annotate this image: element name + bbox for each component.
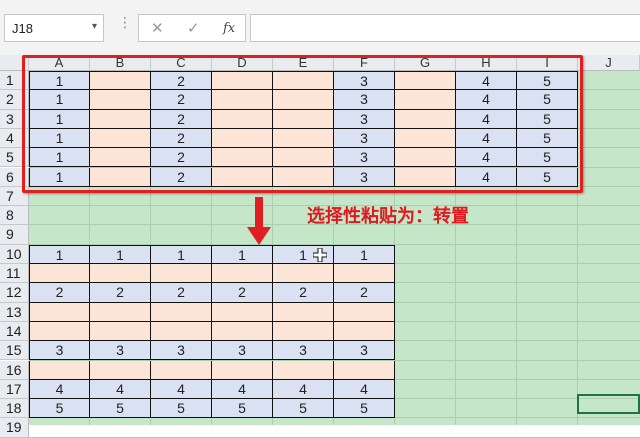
confirm-icon[interactable]: ✓ [187, 19, 200, 37]
formula-input[interactable] [250, 14, 640, 42]
column-header-j[interactable]: J [578, 55, 640, 71]
transposed-cell-b15[interactable]: 3 [90, 341, 151, 361]
transposed-cell-b11[interactable] [90, 264, 151, 284]
transposed-cell-f11[interactable] [334, 264, 395, 284]
transposed-cell-d14[interactable] [212, 321, 273, 342]
transposed-cell-c10[interactable]: 1 [151, 244, 212, 264]
transposed-cell-d16[interactable] [212, 360, 273, 380]
transposed-cell-e18[interactable]: 5 [273, 399, 334, 419]
transposed-cell-a12[interactable]: 2 [29, 283, 90, 303]
row-header-9[interactable]: 9 [0, 225, 29, 245]
transposed-cell-a11[interactable] [29, 264, 90, 284]
transposed-cell-b13[interactable] [90, 302, 151, 322]
transposed-cell-b18[interactable]: 5 [90, 399, 151, 419]
down-arrow-icon [247, 197, 271, 245]
transposed-cell-c18[interactable]: 5 [151, 399, 212, 419]
transposed-cell-c16[interactable] [151, 360, 212, 380]
transposed-cell-a10[interactable]: 1 [29, 244, 90, 264]
transposed-cell-d15[interactable]: 3 [212, 341, 273, 361]
row-header-12[interactable]: 12 [0, 283, 29, 303]
row-header-16[interactable]: 16 [0, 360, 29, 380]
transposed-cell-b12[interactable]: 2 [90, 283, 151, 303]
selected-cell-j18[interactable] [577, 394, 640, 414]
transposed-cell-b14[interactable] [90, 321, 151, 342]
transposed-cell-b17[interactable]: 4 [90, 379, 151, 400]
transposed-cell-a13[interactable] [29, 302, 90, 322]
row-header-8[interactable]: 8 [0, 206, 29, 226]
row-header-14[interactable]: 14 [0, 321, 29, 342]
transposed-cell-a18[interactable]: 5 [29, 399, 90, 419]
transposed-cell-c13[interactable] [151, 302, 212, 322]
transposed-cell-e17[interactable]: 4 [273, 379, 334, 400]
transposed-cell-b16[interactable] [90, 360, 151, 380]
transposed-cell-c15[interactable]: 3 [151, 341, 212, 361]
transposed-cell-a14[interactable] [29, 321, 90, 342]
transposed-cell-f15[interactable]: 3 [334, 341, 395, 361]
transposed-cell-d12[interactable]: 2 [212, 283, 273, 303]
transposed-cell-f17[interactable]: 4 [334, 379, 395, 400]
transposed-cell-e15[interactable]: 3 [273, 341, 334, 361]
transposed-cell-d13[interactable] [212, 302, 273, 322]
transposed-cell-f12[interactable]: 2 [334, 283, 395, 303]
transposed-cell-f13[interactable] [334, 302, 395, 322]
row-header-17[interactable]: 17 [0, 379, 29, 400]
transposed-cell-d17[interactable]: 4 [212, 379, 273, 400]
annotation-label: 选择性粘贴为：转置 [307, 206, 469, 226]
transposed-cell-f16[interactable] [334, 360, 395, 380]
transposed-cell-e12[interactable]: 2 [273, 283, 334, 303]
worksheet-grid[interactable]: A B C D E F G H I J 1 2 3 4 5 6 7 8 9 10 11 12 13 14 15 16 17 18 19 1… [0, 55, 640, 438]
transposed-cell-f10[interactable]: 1 [334, 244, 395, 264]
transposed-cell-d11[interactable] [212, 264, 273, 284]
transposed-cell-a15[interactable]: 3 [29, 341, 90, 361]
transposed-cell-c17[interactable]: 4 [151, 379, 212, 400]
transposed-cell-d10[interactable]: 1 [212, 244, 273, 264]
transposed-cell-f18[interactable]: 5 [334, 399, 395, 419]
transposed-cell-a17[interactable]: 4 [29, 379, 90, 400]
insert-function-icon[interactable]: fx [223, 21, 235, 36]
highlight-box [22, 55, 583, 193]
chevron-down-icon[interactable]: ▾ [92, 21, 97, 32]
transposed-cell-f14[interactable] [334, 321, 395, 342]
cancel-icon[interactable]: ✕ [151, 19, 164, 37]
row-header-13[interactable]: 13 [0, 302, 29, 322]
transposed-cell-e13[interactable] [273, 302, 334, 322]
row-header-19[interactable]: 19 [0, 418, 29, 438]
transposed-cell-a16[interactable] [29, 360, 90, 380]
name-box[interactable]: J18 ▾ [4, 14, 104, 42]
formula-bar: J18 ▾ ⋮ ✕ ✓ fx [0, 0, 640, 55]
row-header-10[interactable]: 10 [0, 244, 29, 264]
row-header-11[interactable]: 11 [0, 264, 29, 284]
transposed-cell-e14[interactable] [273, 321, 334, 342]
name-box-value: J18 [12, 21, 33, 36]
transposed-cell-b10[interactable]: 1 [90, 244, 151, 264]
transposed-cell-c12[interactable]: 2 [151, 283, 212, 303]
cursor-plus-icon [313, 248, 327, 262]
row-header-18[interactable]: 18 [0, 399, 29, 419]
row-header-15[interactable]: 15 [0, 341, 29, 361]
transposed-cell-e11[interactable] [273, 264, 334, 284]
transposed-cell-c14[interactable] [151, 321, 212, 342]
transposed-cell-e16[interactable] [273, 360, 334, 380]
drag-handle-icon[interactable]: ⋮ [118, 14, 132, 31]
transposed-cell-d18[interactable]: 5 [212, 399, 273, 419]
formula-buttons: ✕ ✓ fx [138, 14, 246, 42]
transposed-cell-c11[interactable] [151, 264, 212, 284]
